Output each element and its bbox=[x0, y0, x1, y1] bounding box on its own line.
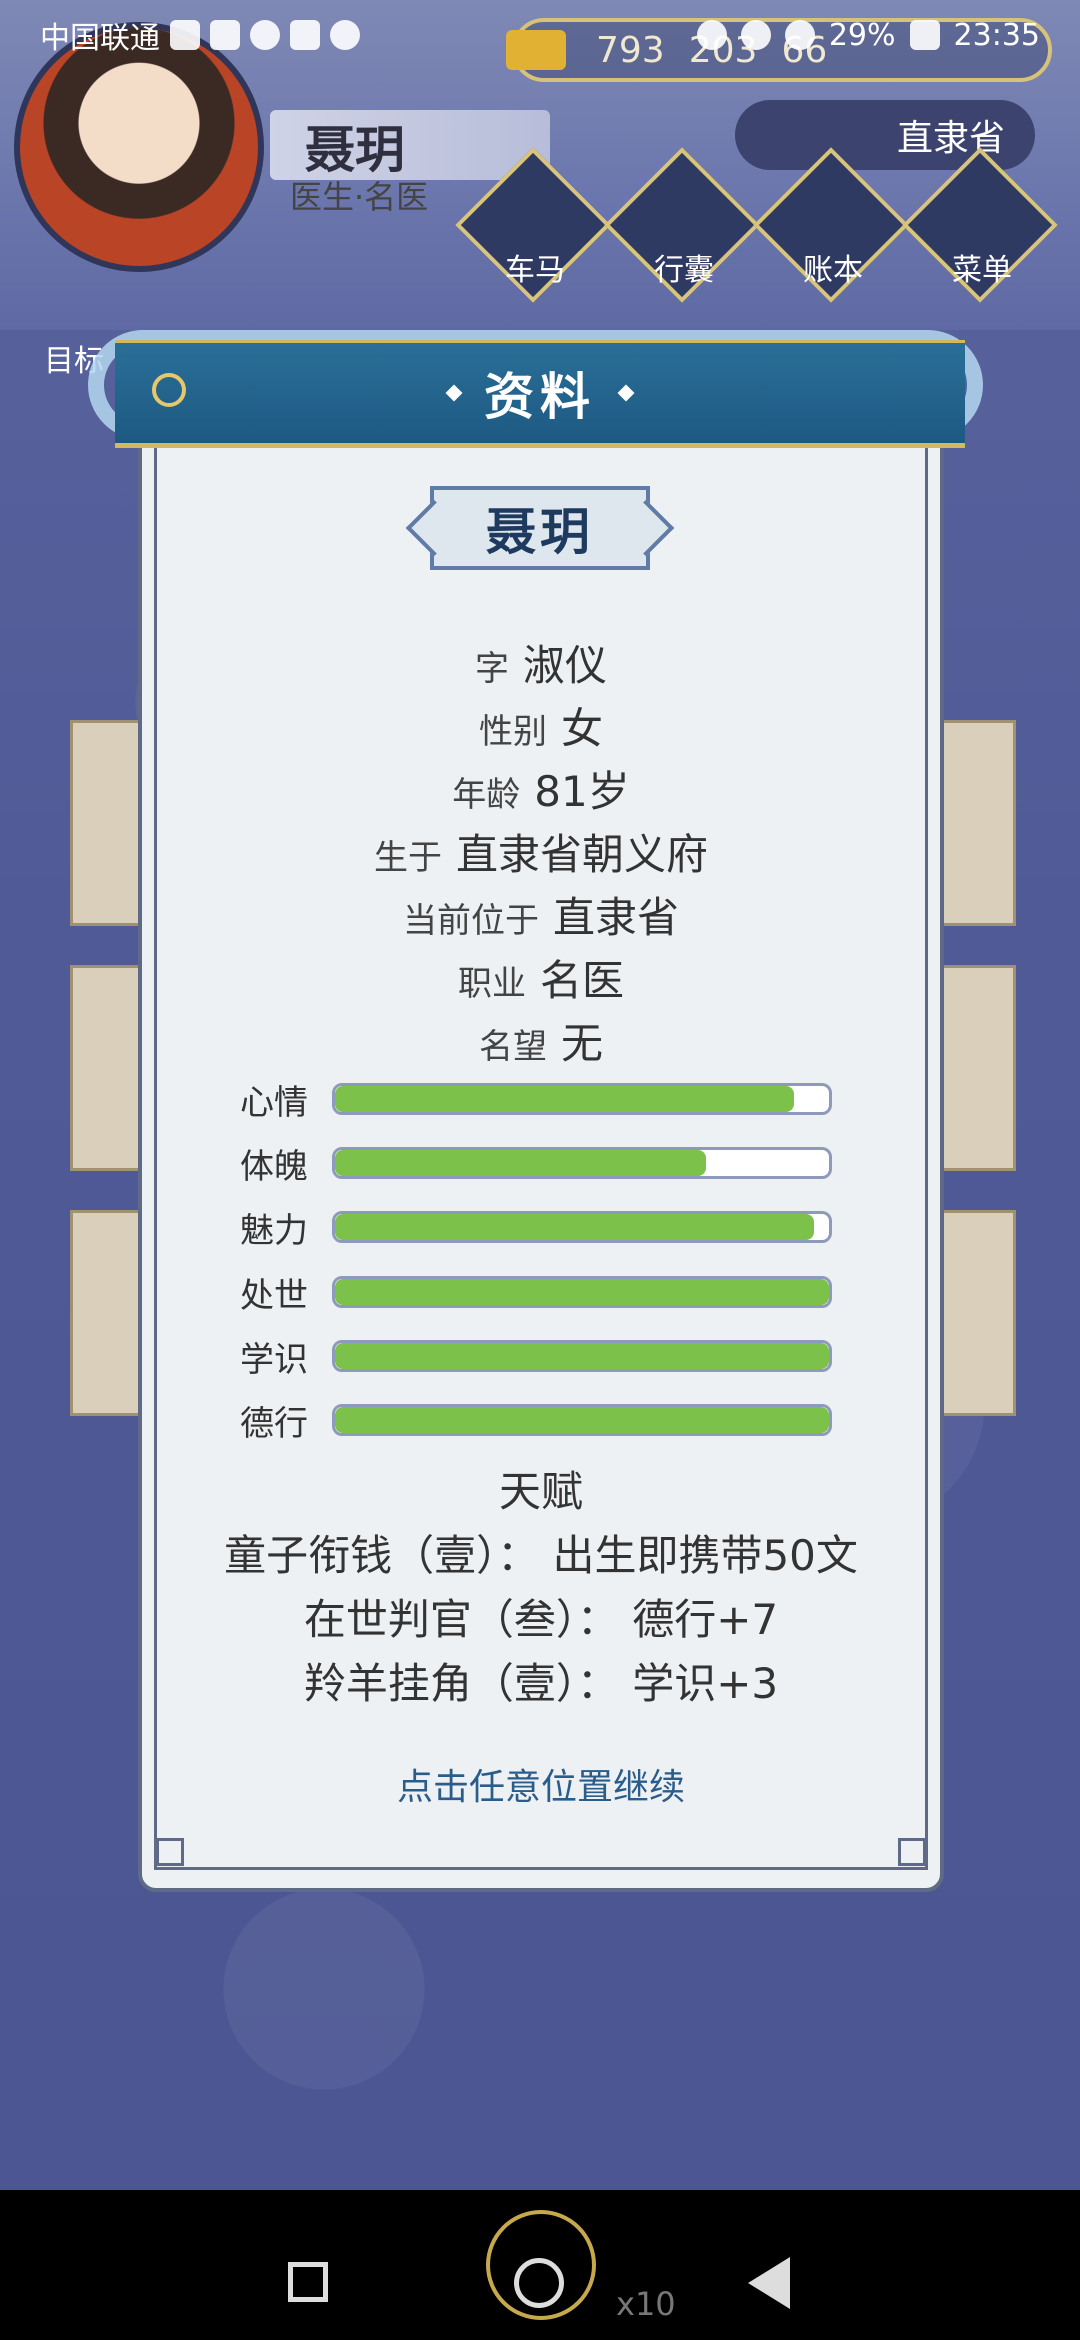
info-label: 年龄 bbox=[452, 775, 521, 815]
coin-multiplier: x10 bbox=[616, 2285, 676, 2323]
stat-label: 魅力 bbox=[240, 1210, 308, 1251]
info-value: 直隶省朝义府 bbox=[455, 830, 708, 879]
stat-bar bbox=[332, 1340, 832, 1372]
side-card bbox=[70, 1210, 146, 1416]
location-icon bbox=[740, 20, 771, 50]
side-card bbox=[940, 1210, 1016, 1416]
side-card bbox=[940, 720, 1016, 926]
clock: 23:35 bbox=[953, 17, 1040, 53]
stat-bar-fill bbox=[335, 1150, 706, 1176]
mute-icon bbox=[784, 20, 815, 50]
info-label: 名望 bbox=[478, 1027, 547, 1067]
stat-bar-fill bbox=[335, 1086, 795, 1112]
diamond-icon bbox=[445, 384, 463, 402]
carriage-label: 车马 bbox=[505, 253, 565, 288]
side-card bbox=[70, 965, 146, 1171]
diamond-icon bbox=[617, 384, 635, 402]
talent-item: 童子衔钱（壹）： 出生即携带50文 bbox=[224, 1531, 858, 1580]
stat-bar-fill bbox=[335, 1279, 829, 1305]
info-current-location: 当前位于 直隶省 bbox=[138, 884, 944, 945]
info-gender: 性别女 bbox=[138, 695, 944, 756]
stat-bar bbox=[332, 1404, 832, 1436]
info-value: 名医 bbox=[539, 956, 624, 1005]
stat-label: 德行 bbox=[240, 1403, 308, 1444]
talent-heading: 天赋 bbox=[498, 1467, 583, 1516]
info-value: 女 bbox=[560, 704, 603, 753]
stat-knowledge: 学识 bbox=[240, 1336, 840, 1380]
bag-label: 行囊 bbox=[654, 253, 714, 288]
corner-ornament bbox=[156, 1838, 184, 1866]
stat-charm: 魅力 bbox=[240, 1207, 840, 1251]
carrier-label: 中国联通 bbox=[40, 21, 160, 56]
info-courtesy-name: 字淑仪 bbox=[138, 632, 944, 693]
battery-icon bbox=[909, 20, 940, 50]
ledger-label: 账本 bbox=[803, 253, 863, 288]
stat-label: 心情 bbox=[240, 1082, 308, 1123]
side-card bbox=[940, 965, 1016, 1171]
stat-label: 处世 bbox=[240, 1275, 308, 1316]
info-label: 性别 bbox=[478, 712, 547, 752]
signal-icon bbox=[210, 20, 240, 50]
profile-name-badge: 聂玥 bbox=[430, 486, 650, 570]
info-occupation: 职业 名医 bbox=[138, 947, 944, 1008]
stat-virtue: 德行 bbox=[240, 1400, 840, 1444]
stat-bar bbox=[332, 1083, 832, 1115]
info-label: 职业 bbox=[457, 964, 526, 1004]
ring-icon bbox=[152, 373, 186, 407]
corner-ornament bbox=[898, 1838, 926, 1866]
stat-bar bbox=[332, 1276, 832, 1308]
info-label: 生于 bbox=[373, 838, 442, 878]
talent-item: 羚羊挂角（壹）： 学识+3 bbox=[303, 1659, 779, 1708]
stat-social: 处世 bbox=[240, 1272, 840, 1316]
stat-bar-fill bbox=[335, 1343, 829, 1369]
info-label: 字 bbox=[474, 649, 509, 689]
stat-bar-fill bbox=[335, 1214, 815, 1240]
qq-icon bbox=[330, 20, 360, 50]
battery-percent: 29% bbox=[828, 17, 896, 53]
info-value: 淑仪 bbox=[522, 641, 607, 690]
recents-button[interactable] bbox=[288, 2262, 328, 2302]
stat-bar-fill bbox=[335, 1407, 829, 1433]
wifi-icon bbox=[250, 20, 280, 50]
info-reputation: 名望无 bbox=[138, 1010, 944, 1071]
info-label: 当前位于 bbox=[402, 901, 539, 941]
modal-title: 资料 bbox=[484, 368, 596, 426]
talent-item: 在世判官（叁）： 德行+7 bbox=[303, 1595, 779, 1644]
info-value: 81岁 bbox=[534, 767, 630, 816]
info-birthplace: 生于 直隶省朝义府 bbox=[138, 821, 944, 882]
home-button[interactable] bbox=[514, 2258, 564, 2308]
continue-hint[interactable]: 点击任意位置继续 bbox=[138, 1758, 944, 1810]
back-button[interactable] bbox=[748, 2257, 790, 2309]
stat-label: 体魄 bbox=[240, 1146, 308, 1187]
stat-mood: 心情 bbox=[240, 1079, 840, 1123]
side-card bbox=[70, 720, 146, 926]
stat-bar bbox=[332, 1147, 832, 1179]
character-title: 医生·名医 bbox=[290, 178, 429, 216]
stat-physique: 体魄 bbox=[240, 1143, 840, 1187]
shield-icon bbox=[290, 20, 320, 50]
menu-label: 菜单 bbox=[952, 253, 1012, 288]
status-bar: 中国联通 29% 23:35 bbox=[0, 0, 1080, 70]
info-value: 无 bbox=[560, 1019, 603, 1068]
location-label: 直隶省 bbox=[896, 118, 1005, 159]
modal-header: 资料 bbox=[115, 340, 965, 448]
stat-bar bbox=[332, 1211, 832, 1243]
info-age: 年龄 81岁 bbox=[138, 758, 944, 819]
hd-icon bbox=[170, 20, 200, 50]
alarm-icon bbox=[696, 20, 727, 50]
stat-label: 学识 bbox=[240, 1339, 308, 1380]
info-value: 直隶省 bbox=[552, 893, 679, 942]
